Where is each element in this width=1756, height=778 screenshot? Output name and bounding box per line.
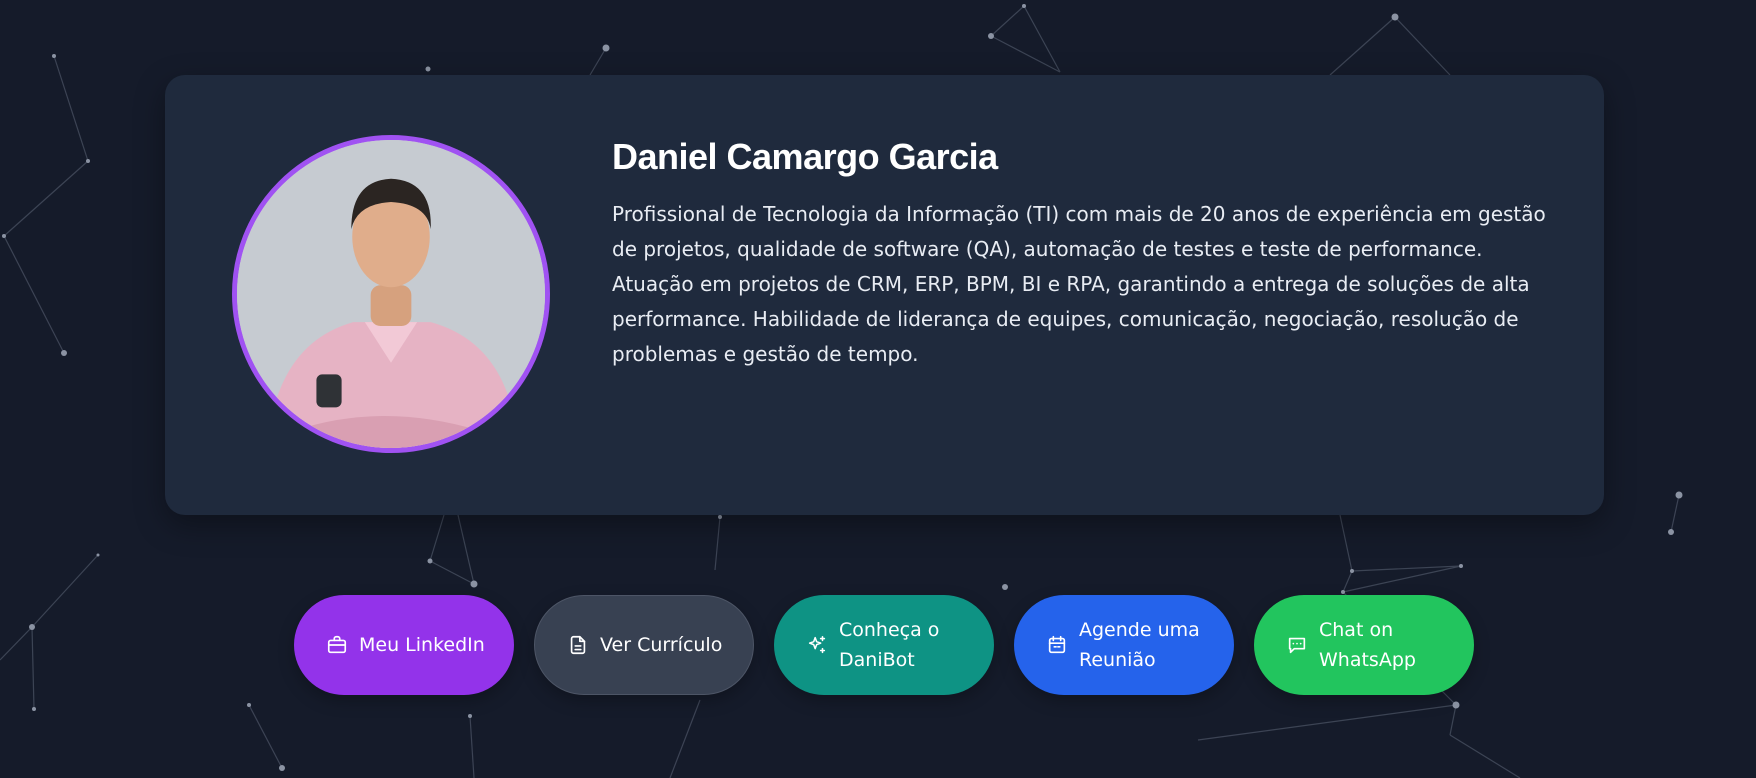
schedule-meeting-button-label: Agende uma Reunião — [1079, 619, 1200, 671]
danibot-button[interactable]: Conheça o DaniBot — [774, 595, 994, 695]
profile-card: Daniel Camargo Garcia Profissional de Te… — [165, 75, 1604, 515]
person-portrait-icon — [237, 140, 545, 448]
danibot-button-label: Conheça o DaniBot — [839, 619, 940, 671]
linkedin-button[interactable]: Meu LinkedIn — [294, 595, 514, 695]
profile-name: Daniel Camargo Garcia — [612, 136, 998, 177]
profile-photo — [232, 135, 550, 453]
sparkles-icon — [806, 634, 828, 656]
calendar-icon — [1046, 634, 1068, 656]
document-icon — [567, 634, 589, 656]
whatsapp-chat-button-label: Chat on WhatsApp — [1319, 619, 1416, 671]
profile-bio: Profissional de Tecnologia da Informação… — [612, 202, 1546, 366]
resume-button-label: Ver Currículo — [600, 634, 723, 656]
chat-bubble-icon — [1286, 634, 1308, 656]
linkedin-button-label: Meu LinkedIn — [359, 634, 485, 656]
schedule-meeting-button[interactable]: Agende uma Reunião — [1014, 595, 1234, 695]
briefcase-icon — [326, 634, 348, 656]
resume-button[interactable]: Ver Currículo — [534, 595, 754, 695]
whatsapp-chat-button[interactable]: Chat on WhatsApp — [1254, 595, 1474, 695]
